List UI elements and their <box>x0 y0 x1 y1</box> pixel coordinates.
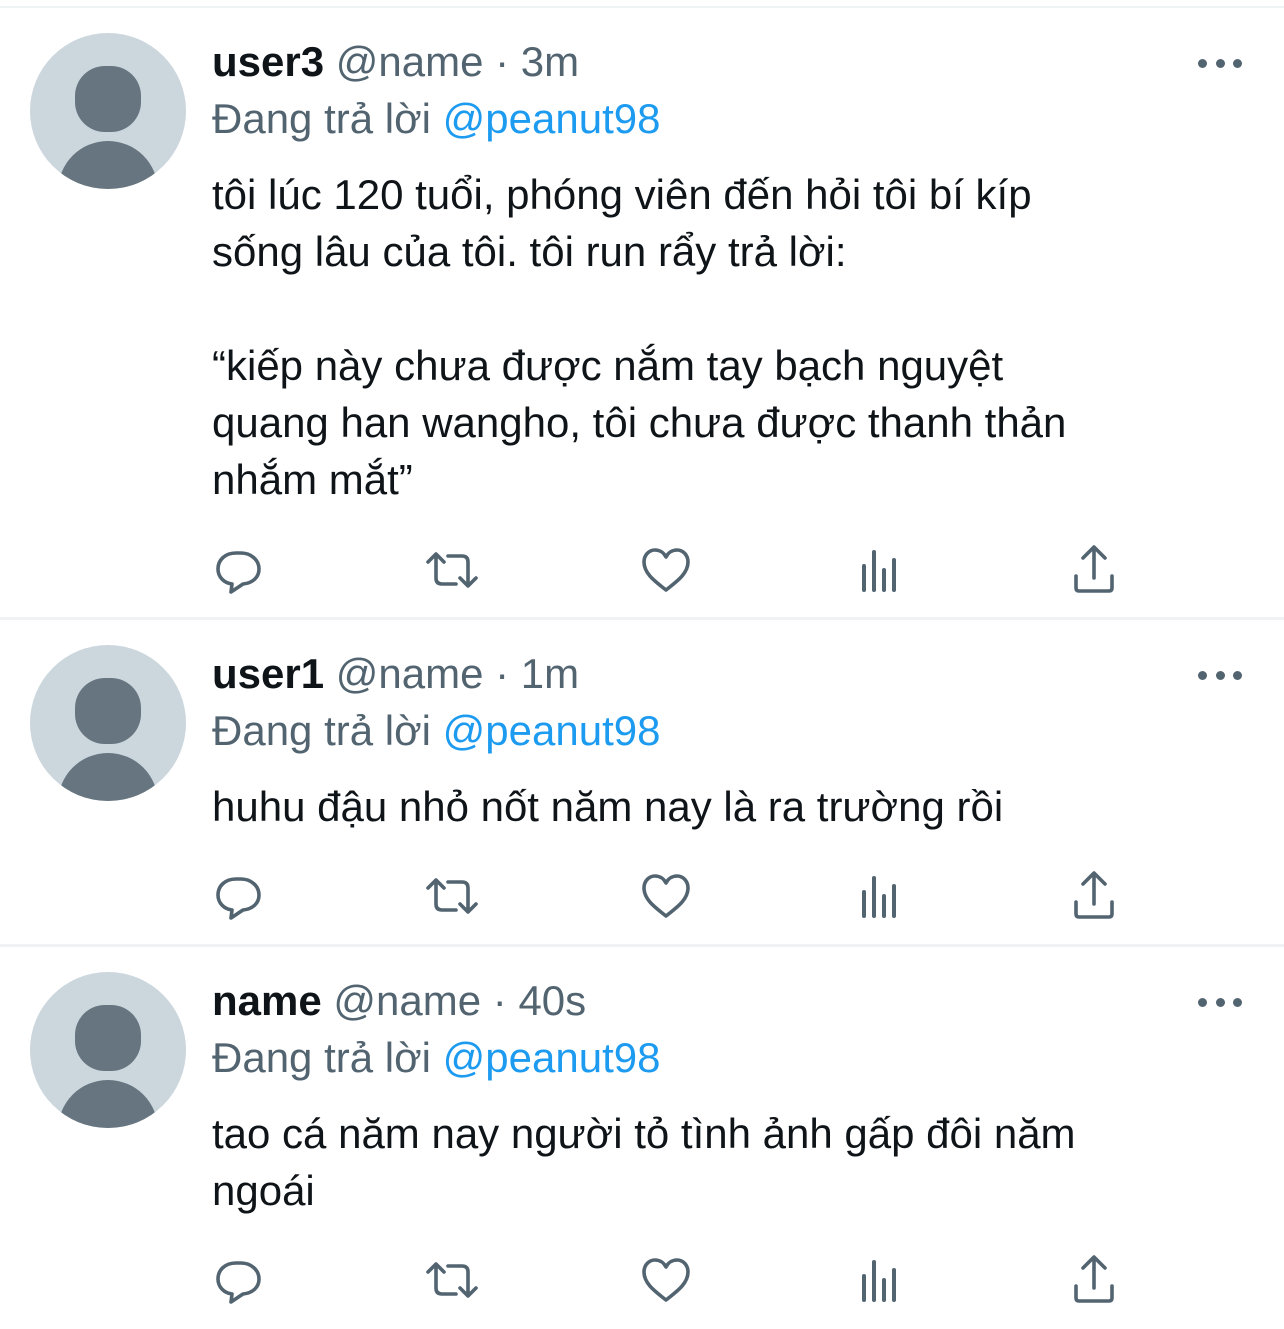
user-handle[interactable]: @name <box>336 38 484 85</box>
reply-button[interactable] <box>210 542 266 598</box>
action-bar <box>0 542 1284 598</box>
avatar[interactable] <box>30 645 186 801</box>
separator-dot: · <box>495 650 510 697</box>
more-horizontal-icon <box>1233 670 1242 680</box>
avatar-head-shape <box>75 66 141 132</box>
display-name[interactable]: user3 <box>212 38 324 85</box>
user-handle[interactable]: @name <box>333 977 481 1024</box>
like-icon <box>642 1258 690 1302</box>
replying-to: Đang trả lời @peanut98 <box>212 93 660 145</box>
replying-to-label: Đang trả lời <box>212 95 431 142</box>
retweet-button[interactable] <box>424 868 480 924</box>
tweet[interactable]: name @name · 40s Đang trả lời @peanut98 … <box>0 947 1284 1329</box>
retweet-icon <box>426 1262 478 1298</box>
like-button[interactable] <box>638 542 694 598</box>
tweet[interactable]: user3 @name · 3m Đang trả lời @peanut98 … <box>0 8 1284 620</box>
mention-link[interactable]: @peanut98 <box>443 707 661 754</box>
action-bar <box>0 1252 1284 1308</box>
timestamp[interactable]: 1m <box>521 650 579 697</box>
like-button[interactable] <box>638 1252 694 1308</box>
avatar-head-shape <box>75 1005 141 1071</box>
retweet-button[interactable] <box>424 1252 480 1308</box>
tweet-text: huhu đậu nhỏ nốt năm nay là ra trường rồ… <box>212 783 1004 830</box>
tweet[interactable]: user1 @name · 1m Đang trả lời @peanut98 … <box>0 620 1284 947</box>
replying-to: Đang trả lời @peanut98 <box>212 1032 660 1084</box>
retweet-icon <box>426 878 478 914</box>
avatar-body-shape <box>58 141 158 189</box>
action-bar <box>0 868 1284 924</box>
analytics-button[interactable] <box>852 868 908 924</box>
tweet-text: tao cá năm nay người tỏ tình ảnh gấp đôi… <box>212 1110 1076 1214</box>
analytics-icon <box>862 876 896 918</box>
reply-icon <box>216 877 261 920</box>
more-options-button[interactable] <box>1198 665 1242 685</box>
share-button[interactable] <box>1066 1252 1122 1308</box>
replying-to-label: Đang trả lời <box>212 707 431 754</box>
timestamp[interactable]: 40s <box>518 977 586 1024</box>
tweet-header: user3 @name · 3m <box>212 36 579 88</box>
avatar[interactable] <box>30 33 186 189</box>
like-icon <box>642 548 690 592</box>
reply-icon <box>216 1261 261 1304</box>
avatar-body-shape <box>58 753 158 801</box>
avatar-head-shape <box>75 678 141 744</box>
reply-button[interactable] <box>210 1252 266 1308</box>
share-icon <box>1074 1255 1114 1303</box>
analytics-icon <box>862 550 896 592</box>
like-icon <box>642 874 690 918</box>
replying-to: Đang trả lời @peanut98 <box>212 705 660 757</box>
more-horizontal-icon <box>1198 997 1207 1007</box>
timestamp[interactable]: 3m <box>521 38 579 85</box>
share-button[interactable] <box>1066 542 1122 598</box>
more-horizontal-icon <box>1233 997 1242 1007</box>
mention-link[interactable]: @peanut98 <box>443 1034 661 1081</box>
tweet-header: user1 @name · 1m <box>212 648 579 700</box>
more-horizontal-icon <box>1198 58 1207 68</box>
share-icon <box>1074 871 1114 919</box>
tweet-text: tôi lúc 120 tuổi, phóng viên đến hỏi tôi… <box>212 171 1067 503</box>
separator-dot: · <box>492 977 507 1024</box>
analytics-button[interactable] <box>852 542 908 598</box>
more-options-button[interactable] <box>1198 992 1242 1012</box>
reply-button[interactable] <box>210 868 266 924</box>
more-horizontal-icon <box>1233 58 1242 68</box>
display-name[interactable]: user1 <box>212 650 324 697</box>
display-name[interactable]: name <box>212 977 322 1024</box>
separator-dot: · <box>495 38 510 85</box>
retweet-button[interactable] <box>424 542 480 598</box>
reply-icon <box>216 551 261 594</box>
analytics-icon <box>862 1260 896 1302</box>
like-button[interactable] <box>638 868 694 924</box>
tweet-header: name @name · 40s <box>212 975 586 1027</box>
share-icon <box>1074 545 1114 593</box>
share-button[interactable] <box>1066 868 1122 924</box>
more-horizontal-icon <box>1198 670 1207 680</box>
more-horizontal-icon <box>1215 997 1225 1007</box>
avatar[interactable] <box>30 972 186 1128</box>
more-options-button[interactable] <box>1198 53 1242 73</box>
retweet-icon <box>426 552 478 588</box>
user-handle[interactable]: @name <box>336 650 484 697</box>
replying-to-label: Đang trả lời <box>212 1034 431 1081</box>
more-horizontal-icon <box>1215 58 1225 68</box>
analytics-button[interactable] <box>852 1252 908 1308</box>
mention-link[interactable]: @peanut98 <box>443 95 661 142</box>
more-horizontal-icon <box>1215 670 1225 680</box>
avatar-body-shape <box>58 1080 158 1128</box>
